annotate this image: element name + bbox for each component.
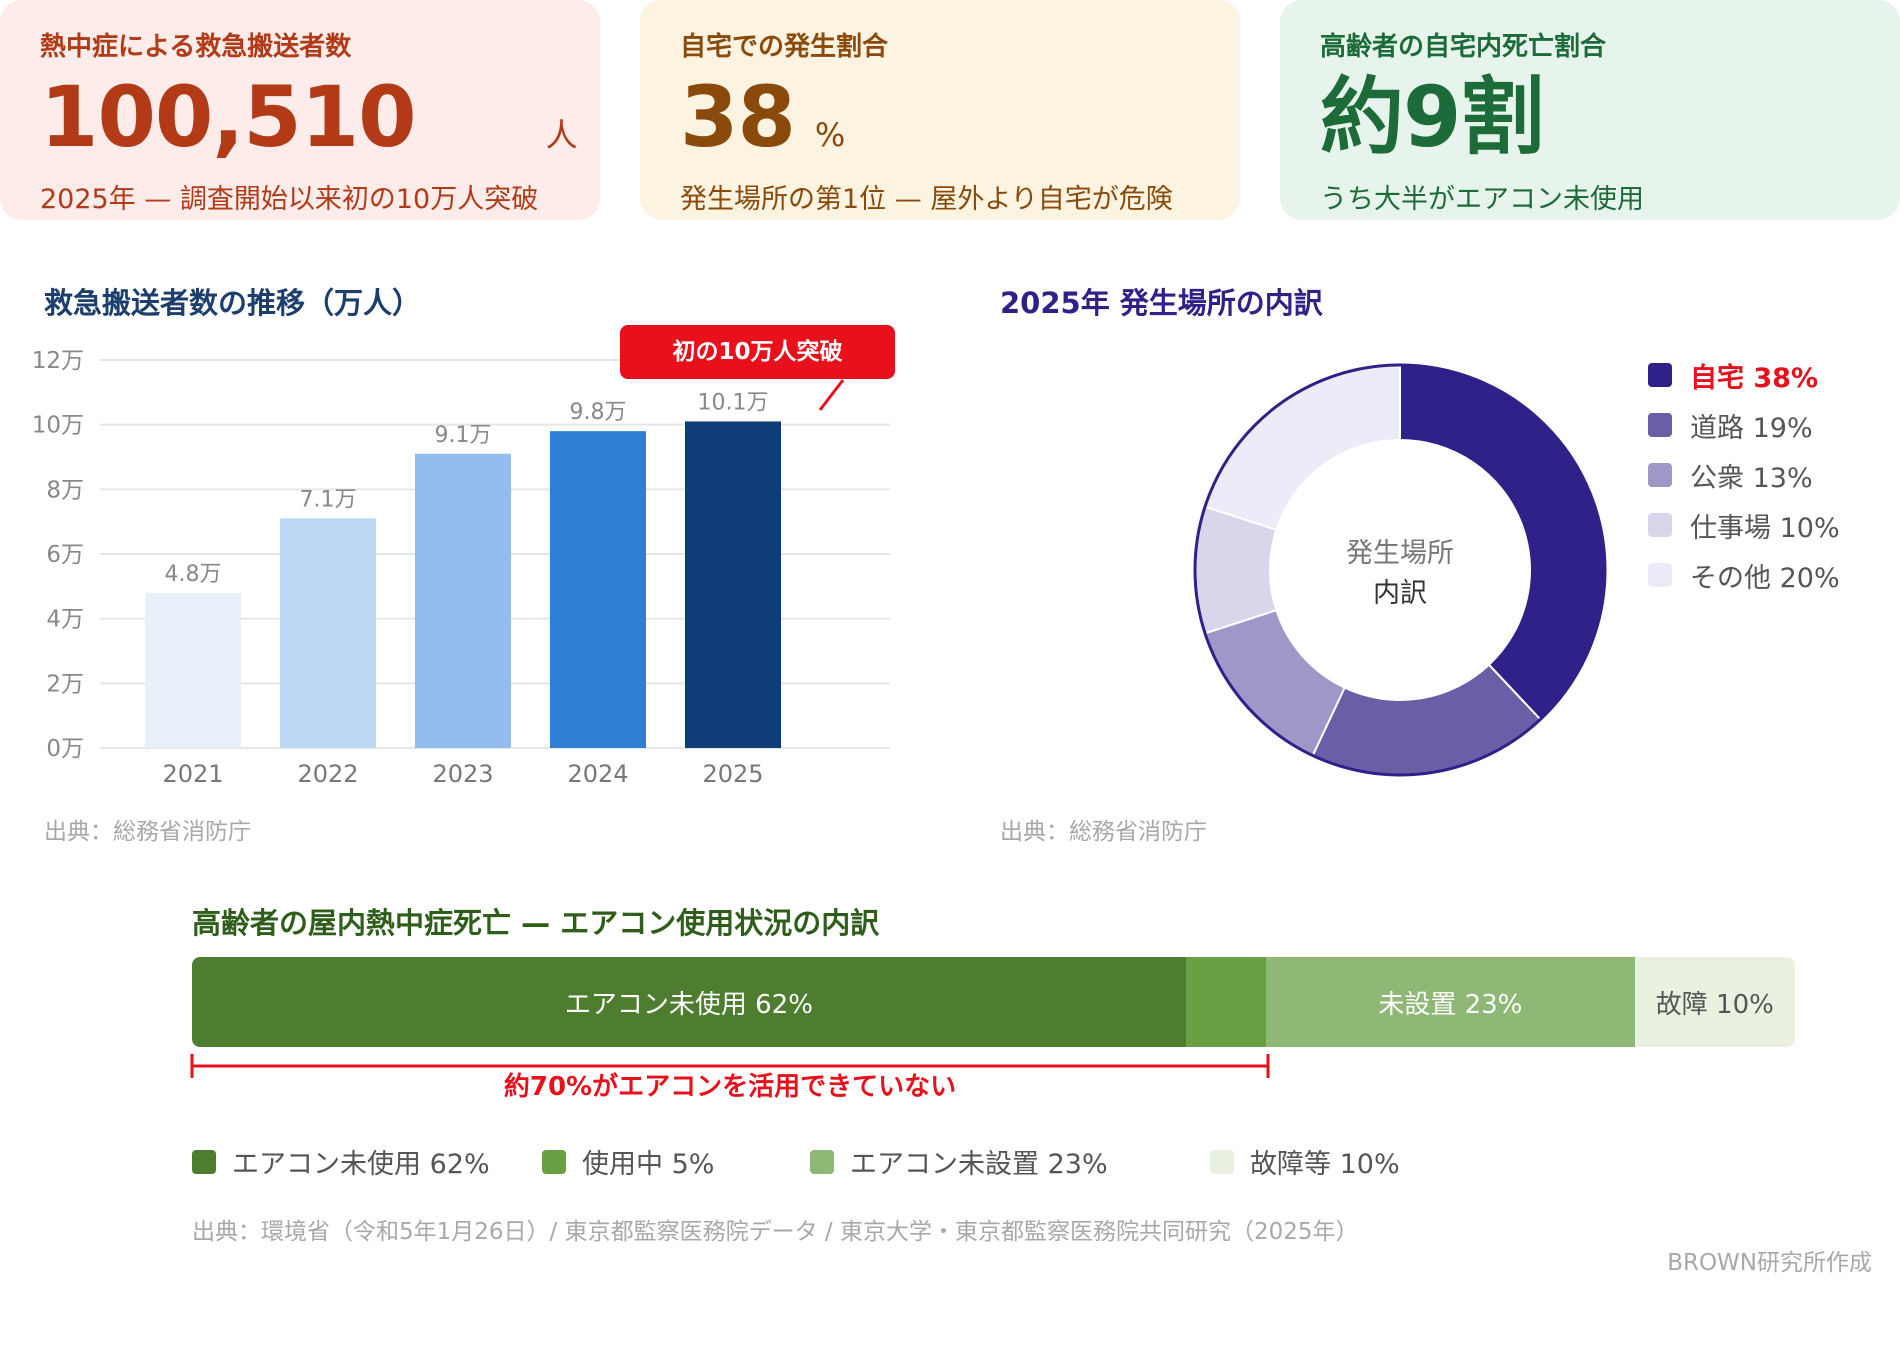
legend-label: その他 20% [1690,562,1840,594]
legend-item: 仕事場 10% [1648,500,1840,550]
legend-label: 道路 19% [1690,412,1813,444]
kpi-subtext: 発生場所の第1位 — 屋外より自宅が危険 [680,184,1173,215]
stacked-bar: エアコン未使用 62% 未設置 23% 故障 10% [192,957,1795,1047]
legend-label: 自宅 38% [1690,362,1819,394]
pie-chart-source: 出典：総務省消防庁 [1000,819,1207,845]
legend-item: その他 20% [1648,550,1840,600]
x-tick-label: 2024 [567,760,628,788]
legend-item: 道路 19% [1648,400,1840,450]
legend-item: エアコン未設置 23% [810,1142,1108,1181]
y-tick-label: 6万 [46,542,84,568]
stacked-segment [1185,957,1266,1047]
legend-swatch [1648,413,1672,437]
kpi-value: 38 [680,68,796,166]
legend-swatch [192,1149,216,1174]
legend-label: 故障等 10% [1250,1149,1400,1180]
legend-swatch [542,1149,566,1174]
bar-value-label: 4.8万 [165,562,222,587]
bar-value-label: 9.8万 [570,400,627,425]
legend-item: 使用中 5% [542,1142,714,1181]
legend-label: 公衆 13% [1690,462,1813,494]
bar [145,592,241,748]
legend-label: エアコン未使用 62% [232,1149,490,1180]
y-tick-label: 10万 [32,413,84,439]
stack-chart-title: 高齢者の屋内熱中症死亡 — エアコン使用状況の内訳 [192,906,880,940]
bar-value-label: 7.1万 [300,487,357,512]
donut-center-label: 内訳 [1373,578,1427,609]
legend-swatch [1648,463,1672,487]
legend-item: エアコン未使用 62% [192,1142,490,1181]
bar-chart-title: 救急搬送者数の推移（万人） [44,286,422,320]
legend-swatch [810,1149,834,1174]
bracket-label: 約70%がエアコンを活用できていない [503,1072,957,1102]
bar-chart: 0万 2万 4万 6万 8万 10万 12万 4.8万 2021 7.1万 2022 9.1万 2023… [32,348,890,788]
bar [685,421,781,748]
legend-swatch [1648,363,1672,387]
kpi-unit: % [814,116,846,154]
bar [280,518,376,748]
bar [550,431,646,748]
pie-chart-title: 2025年 発生場所の内訳 [1000,286,1323,320]
kpi-subtext: 2025年 — 調査開始以来初の10万人突破 [40,184,539,215]
bar-value-label: 10.1万 [698,390,769,415]
donut-legend: 自宅 38% 道路 19% 公衆 13% 仕事場 10% その他 20% [1648,350,1840,600]
bar-value-label: 9.1万 [435,423,492,448]
kpi-subtext: うち大半がエアコン未使用 [1320,184,1644,215]
y-tick-label: 4万 [46,607,84,633]
kpi-unit: 人 [545,116,578,154]
donut-center-label: 発生場所 [1346,538,1454,569]
legend-swatch [1210,1149,1234,1174]
legend-swatch [1648,563,1672,587]
stack-chart-source: 出典：環境省（令和5年1月26日）/ 東京都監察医務院データ / 東京大学・東京… [192,1219,1359,1245]
legend-item: 故障等 10% [1210,1142,1400,1181]
stacked-segment: 故障 10% [1634,957,1795,1047]
y-tick-label: 8万 [46,477,84,503]
legend-item: 公衆 13% [1648,450,1840,500]
stacked-segment: エアコン未使用 62% [192,957,1186,1047]
legend-swatch [1648,513,1672,537]
x-tick-label: 2021 [162,760,223,788]
legend-label: 使用中 5% [582,1149,715,1180]
legend-label: 仕事場 10% [1690,512,1840,544]
credit-text: BROWN研究所作成 [1667,1250,1872,1276]
bar [415,453,511,748]
y-tick-label: 2万 [46,671,84,697]
legend-label: エアコン未設置 23% [850,1149,1108,1180]
bar-chart-source: 出典：総務省消防庁 [44,819,251,845]
kpi-label: 高齢者の自宅内死亡割合 [1320,32,1607,62]
callout-badge: 初の10万人突破 [620,325,895,379]
callout-pointer [818,379,845,411]
legend-item: 自宅 38% [1648,350,1840,400]
kpi-value: 100,510 [40,68,417,166]
x-tick-label: 2022 [297,760,358,788]
kpi-label: 熱中症による救急搬送者数 [40,32,352,62]
x-tick-label: 2023 [432,760,493,788]
kpi-value: 約9割 [1320,68,1544,166]
kpi-card-home-ratio: 自宅での発生割合 38 % 発生場所の第1位 — 屋外より自宅が危険 [640,0,1240,220]
x-tick-label: 2025 [702,760,763,788]
y-tick-label: 0万 [46,736,84,762]
kpi-card-elderly-death: 高齢者の自宅内死亡割合 約9割 うち大半がエアコン未使用 [1280,0,1900,220]
y-tick-label: 12万 [32,348,84,374]
donut-chart: 発生場所内訳 [1193,363,1607,777]
stacked-segment: 未設置 23% [1266,957,1635,1047]
kpi-label: 自宅での発生割合 [680,32,889,62]
kpi-card-transport: 熱中症による救急搬送者数 100,510 人 2025年 — 調査開始以来初の1… [0,0,600,220]
